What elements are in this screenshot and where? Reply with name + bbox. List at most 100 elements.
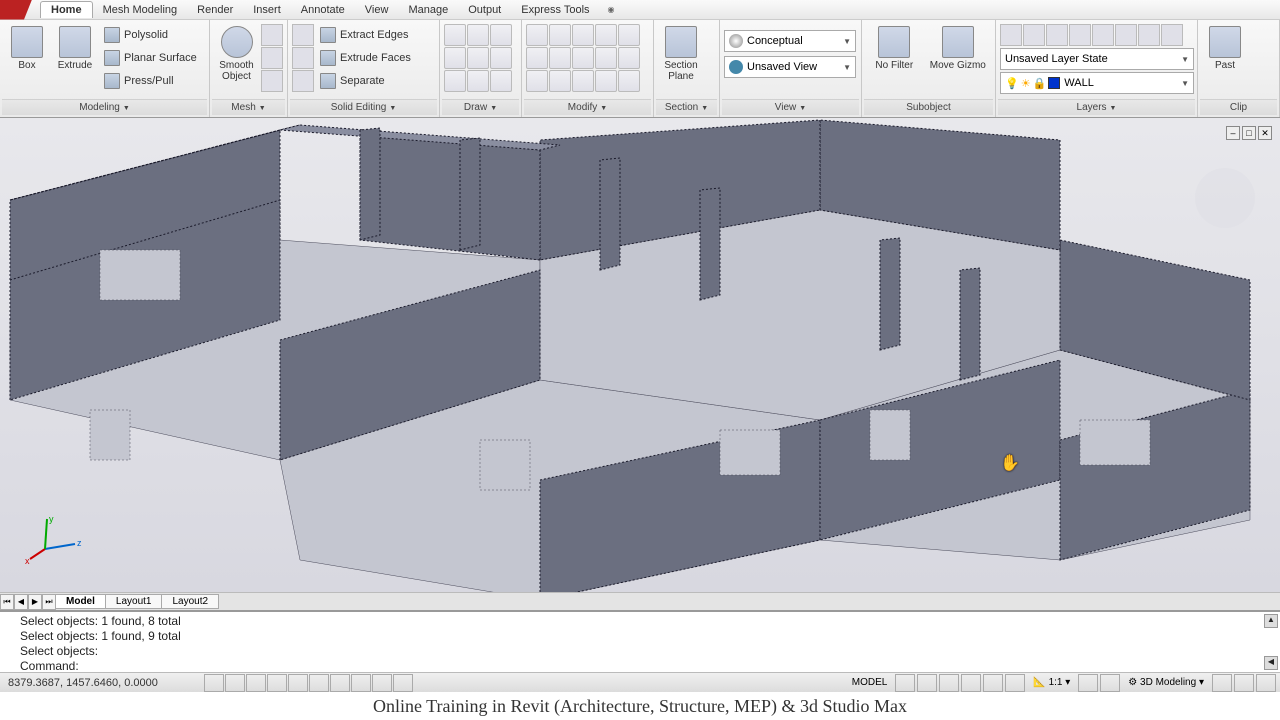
polysolid-button[interactable]: Polysolid (100, 24, 201, 46)
command-prompt[interactable]: Command: (20, 659, 1260, 672)
ducs-toggle[interactable] (330, 674, 350, 692)
draw-tool-icon[interactable] (467, 24, 489, 46)
menu-view[interactable]: View (355, 2, 399, 18)
3d-viewport[interactable]: – □ ✕ ✋ (0, 118, 1280, 592)
qp-toggle[interactable] (393, 674, 413, 692)
modify-tool-icon[interactable] (595, 47, 617, 69)
modify-tool-icon[interactable] (549, 47, 571, 69)
modify-tool-icon[interactable] (572, 24, 594, 46)
menu-express-tools[interactable]: Express Tools (511, 2, 599, 18)
menu-render[interactable]: Render (187, 2, 243, 18)
tab-nav-next[interactable]: ▶ (28, 594, 42, 610)
modify-tool-icon[interactable] (618, 70, 640, 92)
panel-title-modeling[interactable]: Modeling▼ (2, 99, 207, 115)
tab-layout1[interactable]: Layout1 (105, 594, 163, 609)
paste-button[interactable]: Past (1202, 24, 1248, 73)
extrude-faces-button[interactable]: Extrude Faces (316, 47, 415, 69)
tab-nav-last[interactable]: ⏭ (42, 594, 56, 610)
viewcube[interactable] (1195, 168, 1255, 228)
status-tool-icon[interactable] (895, 674, 915, 692)
dyn-toggle[interactable] (351, 674, 371, 692)
scroll-up-icon[interactable]: ▲ (1264, 614, 1278, 628)
snap-toggle[interactable] (204, 674, 224, 692)
tab-nav-prev[interactable]: ◀ (14, 594, 28, 610)
command-window[interactable]: Select objects: 1 found, 8 total Select … (0, 610, 1280, 672)
status-tool-icon[interactable] (1005, 674, 1025, 692)
smooth-object-button[interactable]: Smooth Object (214, 24, 259, 84)
minimize-viewport-button[interactable]: – (1226, 126, 1240, 140)
menu-home[interactable]: Home (40, 1, 93, 18)
layer-state-dropdown[interactable]: Unsaved Layer State▼ (1000, 48, 1194, 70)
status-tool-icon[interactable] (1256, 674, 1276, 692)
visual-style-dropdown[interactable]: Conceptual ▼ (724, 30, 856, 52)
draw-tool-icon[interactable] (490, 47, 512, 69)
menu-output[interactable]: Output (458, 2, 511, 18)
draw-tool-icon[interactable] (467, 70, 489, 92)
modify-tool-icon[interactable] (618, 47, 640, 69)
separate-button[interactable]: Separate (316, 70, 415, 92)
move-gizmo-button[interactable]: Move Gizmo (925, 24, 991, 73)
menu-mesh-modeling[interactable]: Mesh Modeling (93, 2, 188, 18)
extrude-button[interactable]: Extrude (52, 24, 98, 73)
extract-edges-button[interactable]: Extract Edges (316, 24, 415, 46)
status-tool-icon[interactable] (1212, 674, 1232, 692)
modify-tool-icon[interactable] (526, 24, 548, 46)
scroll-left-icon[interactable]: ◀ (1264, 656, 1278, 670)
panel-title-section[interactable]: Section▼ (656, 99, 717, 115)
status-tool-icon[interactable] (917, 674, 937, 692)
otrack-toggle[interactable] (309, 674, 329, 692)
layer-tool-icon[interactable] (1069, 24, 1091, 46)
planar-surface-button[interactable]: Planar Surface (100, 47, 201, 69)
model-space-indicator[interactable]: MODEL (846, 677, 894, 688)
lwt-toggle[interactable] (372, 674, 392, 692)
ortho-toggle[interactable] (246, 674, 266, 692)
tab-model[interactable]: Model (55, 594, 106, 609)
status-tool-icon[interactable] (961, 674, 981, 692)
layer-tool-icon[interactable] (1046, 24, 1068, 46)
panel-title-layers[interactable]: Layers▼ (998, 99, 1195, 115)
modify-tool-icon[interactable] (549, 70, 571, 92)
status-tool-icon[interactable] (1234, 674, 1254, 692)
coordinate-readout[interactable]: 8379.3687, 1457.6460, 0.0000 (0, 677, 200, 689)
layer-tool-icon[interactable] (1138, 24, 1160, 46)
modify-tool-icon[interactable] (618, 24, 640, 46)
app-logo-icon[interactable] (0, 0, 40, 20)
modify-tool-icon[interactable] (572, 70, 594, 92)
modify-tool-icon[interactable] (572, 47, 594, 69)
layer-tool-icon[interactable] (1000, 24, 1022, 46)
draw-tool-icon[interactable] (444, 24, 466, 46)
polar-toggle[interactable] (267, 674, 287, 692)
menu-manage[interactable]: Manage (398, 2, 458, 18)
tab-layout2[interactable]: Layout2 (161, 594, 219, 609)
maximize-viewport-button[interactable]: □ (1242, 126, 1256, 140)
panel-title-mesh[interactable]: Mesh▼ (212, 99, 285, 115)
modify-tool-icon[interactable] (526, 70, 548, 92)
osnap-toggle[interactable] (288, 674, 308, 692)
grid-toggle[interactable] (225, 674, 245, 692)
panel-title-solid-editing[interactable]: Solid Editing▼ (290, 99, 437, 115)
draw-tool-icon[interactable] (444, 47, 466, 69)
tab-nav-first[interactable]: ⏮ (0, 594, 14, 610)
status-tool-icon[interactable] (939, 674, 959, 692)
panel-title-draw[interactable]: Draw▼ (442, 99, 519, 115)
status-tool-icon[interactable] (983, 674, 1003, 692)
annotation-scale[interactable]: 📐 1:1 ▾ (1027, 677, 1076, 688)
mesh-tool-icon[interactable] (261, 24, 283, 46)
command-scrollbar[interactable]: ▲ ◀ (1264, 614, 1278, 670)
status-tool-icon[interactable] (1100, 674, 1120, 692)
modify-tool-icon[interactable] (595, 24, 617, 46)
layer-tool-icon[interactable] (1115, 24, 1137, 46)
press-pull-button[interactable]: Press/Pull (100, 70, 201, 92)
solid-tool-icon[interactable] (292, 24, 314, 46)
status-tool-icon[interactable] (1078, 674, 1098, 692)
box-button[interactable]: Box (4, 24, 50, 73)
ucs-indicator[interactable]: z x y (25, 514, 85, 567)
solid-tool-icon[interactable] (292, 70, 314, 92)
menu-insert[interactable]: Insert (243, 2, 291, 18)
modify-tool-icon[interactable] (549, 24, 571, 46)
draw-tool-icon[interactable] (467, 47, 489, 69)
layer-tool-icon[interactable] (1161, 24, 1183, 46)
draw-tool-icon[interactable] (490, 24, 512, 46)
current-layer-dropdown[interactable]: 💡 ☀ 🔒 WALL ▼ (1000, 72, 1194, 94)
close-viewport-button[interactable]: ✕ (1258, 126, 1272, 140)
